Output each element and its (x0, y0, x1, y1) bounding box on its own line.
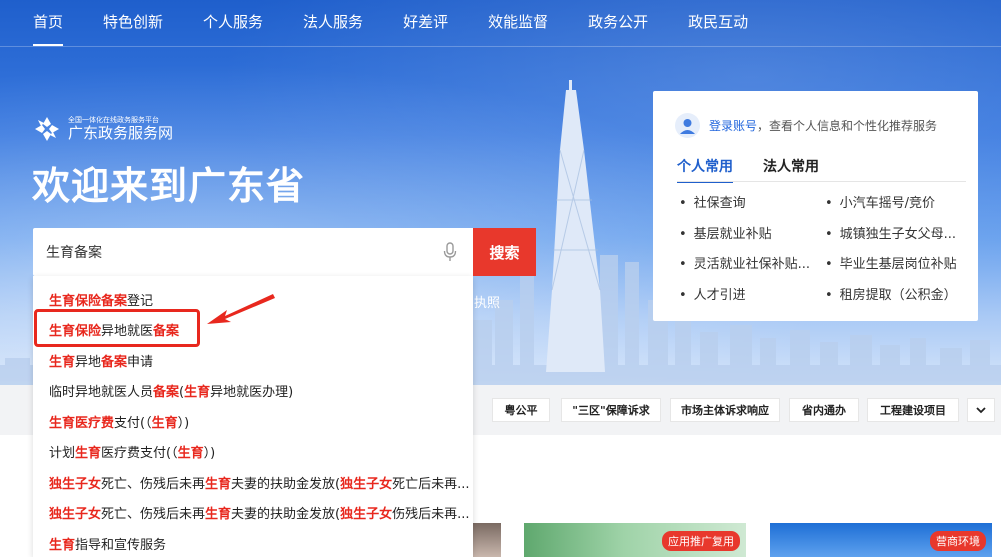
suggestion-keyword-highlight: 生育 (49, 355, 76, 370)
service-link[interactable]: 小汽车摇号/竞价 (825, 192, 935, 211)
welcome-heading: 欢迎来到广东省 (32, 164, 306, 208)
search-button[interactable]: 搜索 (473, 228, 536, 276)
thumbnail-badge: 应用推广复用 (662, 531, 740, 551)
suggestion-item[interactable]: 临时异地就医人员备案(生育异地就医办理) (49, 381, 293, 400)
tab-corporate-frequent[interactable]: 法人常用 (763, 156, 819, 183)
service-link[interactable]: 灵活就业社保补贴... (679, 253, 810, 272)
suggestion-text: 异地 (75, 355, 102, 370)
service-link[interactable]: 社保查询 (679, 192, 746, 211)
microphone-icon[interactable] (443, 242, 457, 262)
annotation-arrow-icon (207, 294, 275, 324)
suggestion-keyword-highlight: 备案 (153, 385, 180, 400)
suggestion-keyword-highlight: 独生子女 (49, 477, 102, 492)
nav-item-supervision[interactable]: 效能监督 (488, 0, 548, 46)
suggestion-item[interactable]: 独生子女死亡、伤残后未再生育夫妻的扶助金发放(独生子女死亡后未再... (49, 473, 470, 492)
suggestion-text: 死亡后未再... (392, 477, 470, 492)
chip-three-districts[interactable]: "三区"保障诉求 (561, 398, 661, 422)
nav-item-interaction[interactable]: 政民互动 (688, 0, 748, 46)
suggestion-item[interactable]: 生育医疗费支付(（生育）) (49, 412, 189, 431)
suggestion-item[interactable]: 生育保险备案登记 (49, 290, 153, 309)
service-link[interactable]: 基层就业补贴 (679, 223, 772, 242)
suggestion-text: 医疗费支付(（ (101, 446, 178, 461)
avatar-icon (675, 113, 700, 138)
nav-item-featured[interactable]: 特色创新 (103, 0, 163, 46)
chip-market-appeals[interactable]: 市场主体诉求响应 (670, 398, 780, 422)
nav-divider (0, 46, 1001, 47)
suggestion-keyword-highlight: 生育 (184, 385, 211, 400)
nav-item-rating[interactable]: 好差评 (403, 0, 448, 46)
service-link[interactable]: 租房提取（公积金） (825, 284, 957, 303)
login-link[interactable]: 登录账号 (709, 117, 757, 134)
suggestion-keyword-highlight: 生育 (205, 507, 232, 522)
thumbnail-badge: 营商环境 (930, 531, 986, 551)
suggestion-text: ）) (203, 446, 216, 461)
hidden-link-text: 执照 (474, 296, 501, 311)
suggestion-text: 申请 (127, 355, 154, 370)
logo-emblem-icon (35, 117, 59, 141)
suggestion-text: 计划 (49, 446, 76, 461)
chip-construction-projects[interactable]: 工程建设项目 (867, 398, 959, 422)
suggestion-item[interactable]: 计划生育医疗费支付(（生育）) (49, 442, 215, 461)
annotation-highlight-box (34, 309, 200, 347)
recommendation-card: 登录账号 ，查看个人信息和个性化推荐服务 个人常用 法人常用 社保查询 基层就业… (653, 91, 978, 321)
login-prompt: 登录账号 ，查看个人信息和个性化推荐服务 (675, 113, 937, 138)
nav-item-corporate[interactable]: 法人服务 (303, 0, 363, 46)
news-thumbnail[interactable]: 营商环境 (770, 523, 992, 557)
service-link[interactable]: 城镇独生子女父母... (825, 223, 956, 242)
chevron-down-icon (976, 406, 986, 413)
chip-yuegongping[interactable]: 粤公平 (492, 398, 550, 422)
nav-item-public-affairs[interactable]: 政务公开 (588, 0, 648, 46)
nav-item-home[interactable]: 首页 (33, 0, 64, 46)
suggestion-text: 支付(（ (114, 416, 152, 431)
tab-personal-frequent[interactable]: 个人常用 (677, 156, 733, 183)
suggestion-item[interactable]: 独生子女死亡、伤残后未再生育夫妻的扶助金发放(独生子女伤残后未再... (49, 503, 470, 522)
service-link[interactable]: 毕业生基层岗位补贴 (825, 253, 957, 272)
suggestion-item[interactable]: 生育指导和宣传服务 (49, 534, 166, 553)
suggestion-text: 夫妻的扶助金发放( (231, 477, 341, 492)
suggestion-keyword-highlight: 生育保险备案 (49, 294, 128, 309)
suggestion-keyword-highlight: 生育医疗费 (49, 416, 115, 431)
suggestion-text: 异地就医办理) (210, 385, 294, 400)
suggestion-keyword-highlight: 独生子女 (49, 507, 102, 522)
logo-tagline: 全国一体化在线政务服务平台 (68, 116, 159, 124)
service-tabs: 个人常用 法人常用 (677, 156, 849, 183)
suggestion-keyword-highlight: 生育 (151, 416, 178, 431)
news-thumbnail[interactable]: 应用推广复用 (524, 523, 746, 557)
chip-in-province[interactable]: 省内通办 (789, 398, 859, 422)
suggestion-keyword-highlight: 生育 (177, 446, 204, 461)
tab-divider (677, 181, 966, 182)
suggestion-text: 临时异地就医人员 (49, 385, 154, 400)
news-thumbnail[interactable] (473, 523, 501, 557)
suggestion-keyword-highlight: 独生子女 (340, 477, 393, 492)
service-link[interactable]: 人才引进 (679, 284, 746, 303)
suggestion-text: 伤残后未再... (392, 507, 470, 522)
site-logo[interactable]: 全国一体化在线政务服务平台 广东政务服务网 (33, 115, 173, 143)
suggestion-text: 死亡、伤残后未再 (101, 477, 206, 492)
logo-title: 广东政务服务网 (68, 124, 174, 142)
suggestion-keyword-highlight: 生育 (75, 446, 102, 461)
login-description: ，查看个人信息和个性化推荐服务 (757, 119, 938, 133)
top-nav: 首页 特色创新 个人服务 法人服务 好差评 效能监督 政务公开 政民互动 (0, 0, 1001, 46)
search-box (33, 228, 473, 276)
strip-expand-button[interactable] (967, 398, 995, 422)
suggestion-text: 夫妻的扶助金发放( (231, 507, 341, 522)
nav-item-personal[interactable]: 个人服务 (203, 0, 263, 46)
suggestion-keyword-highlight: 生育 (49, 538, 76, 553)
suggestion-item[interactable]: 生育异地备案申请 (49, 351, 153, 370)
suggestion-text: 指导和宣传服务 (75, 538, 167, 553)
suggestion-text: ）) (177, 416, 190, 431)
search-input[interactable] (46, 244, 426, 260)
suggestion-keyword-highlight: 备案 (101, 355, 128, 370)
suggestion-keyword-highlight: 独生子女 (340, 507, 393, 522)
suggestion-text: 死亡、伤残后未再 (101, 507, 206, 522)
suggestion-keyword-highlight: 生育 (205, 477, 232, 492)
suggestion-text: 登记 (127, 294, 154, 309)
